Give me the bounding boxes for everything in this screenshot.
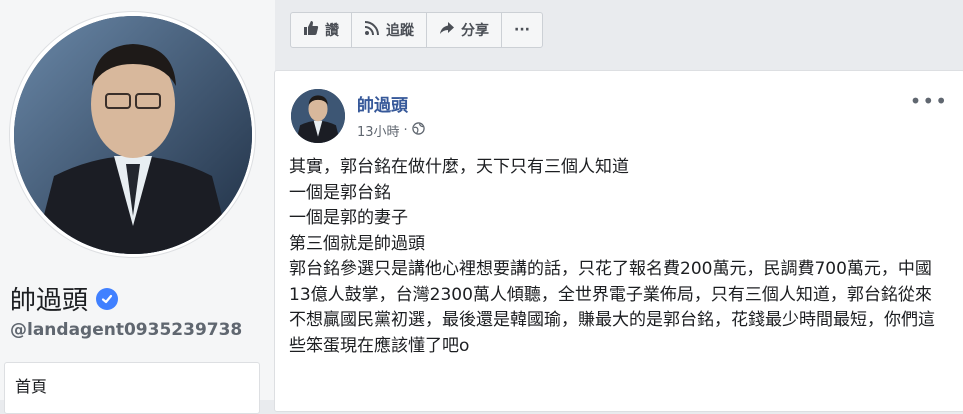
post-timestamp[interactable]: 13小時 (357, 121, 400, 140)
post-line: 一個是郭台銘 (289, 182, 391, 203)
share-button[interactable]: 分享 (426, 12, 502, 48)
meta-separator: · (403, 123, 408, 138)
share-arrow-icon (439, 20, 455, 40)
post-author-name[interactable]: 帥過頭 (357, 91, 408, 116)
verified-check-icon (96, 287, 119, 310)
post-card: 帥過頭 13小時 · ••• 其實，郭台銘在做什麼，天下只有三個人知道 一個是郭… (274, 70, 963, 412)
post-line: 第三個就是帥過頭 (289, 233, 425, 254)
post-line: 郭台銘參選只是講他心裡想要講的話，只花了報名費200萬元，民調費700萬元，中國… (289, 259, 935, 356)
post-line: 其實，郭台銘在做什麼，天下只有三個人知道 (289, 157, 629, 177)
profile-portrait-image (14, 16, 252, 254)
like-label: 讚 (325, 23, 339, 39)
follow-label: 追蹤 (386, 23, 414, 39)
like-button[interactable]: 讚 (290, 12, 352, 48)
page-action-bar: 讚 追蹤 分享 ··· (290, 12, 543, 48)
profile-name-text[interactable]: 帥過頭 (10, 280, 88, 317)
globe-icon (411, 122, 425, 139)
post-meta: 13小時 · (357, 121, 425, 140)
share-label: 分享 (461, 23, 489, 39)
follow-button[interactable]: 追蹤 (351, 12, 427, 48)
more-options-button[interactable]: ··· (501, 12, 543, 48)
post-text: 其實，郭台銘在做什麼，天下只有三個人知道 一個是郭台銘 一個是郭的妻子 第三個就… (289, 155, 939, 359)
post-options-button[interactable]: ••• (910, 89, 948, 113)
post-line: 一個是郭的妻子 (289, 208, 408, 228)
profile-name[interactable]: 帥過頭 (10, 280, 119, 317)
profile-handle[interactable]: @landagent0935239738 (10, 320, 242, 340)
profile-picture[interactable] (14, 16, 252, 254)
thumbs-up-icon (303, 20, 319, 40)
post-author-portrait-image (291, 89, 345, 143)
rss-icon (364, 20, 380, 40)
nav-item-home[interactable]: 首頁 (15, 373, 47, 397)
profile-sidebar: 帥過頭 @landagent0935239738 首頁 (0, 0, 275, 414)
profile-nav: 首頁 (4, 362, 260, 414)
more-dots-icon: ··· (514, 22, 530, 38)
post-author-avatar[interactable] (291, 89, 345, 143)
